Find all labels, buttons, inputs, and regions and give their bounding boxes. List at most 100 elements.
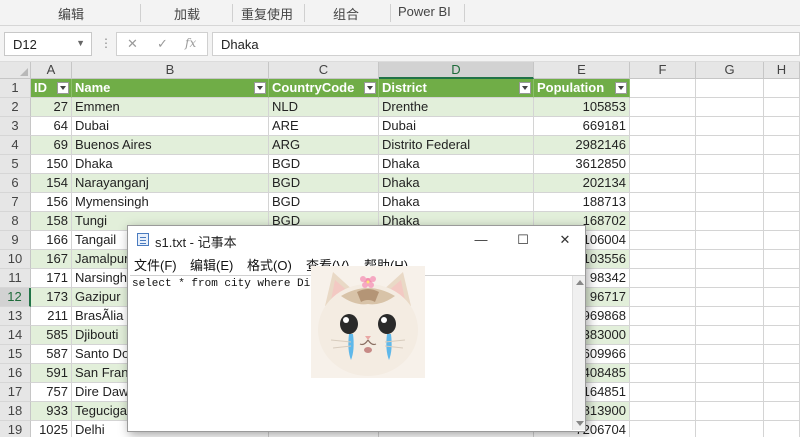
table-cell[interactable]: 669181 xyxy=(534,117,630,136)
empty-cell[interactable] xyxy=(764,250,800,269)
row-header[interactable]: 9 xyxy=(0,231,31,250)
table-cell[interactable]: Drenthe xyxy=(379,98,534,117)
chevron-down-icon[interactable]: ▼ xyxy=(76,38,85,48)
table-cell[interactable]: Dhaka xyxy=(379,193,534,212)
table-header-id[interactable]: ID xyxy=(31,79,72,98)
row-header[interactable]: 17 xyxy=(0,383,31,402)
table-cell[interactable]: Emmen xyxy=(72,98,269,117)
empty-cell[interactable] xyxy=(764,402,800,421)
vertical-scrollbar[interactable] xyxy=(572,276,585,430)
empty-cell[interactable] xyxy=(630,345,696,364)
table-cell[interactable]: NLD xyxy=(269,98,379,117)
empty-cell[interactable] xyxy=(696,250,764,269)
maximize-button[interactable]: ☐ xyxy=(506,230,540,250)
empty-cell[interactable] xyxy=(630,269,696,288)
table-cell[interactable]: 105853 xyxy=(534,98,630,117)
table-cell[interactable]: Mymensingh xyxy=(72,193,269,212)
table-cell[interactable]: BGD xyxy=(269,193,379,212)
close-button[interactable]: ✕ xyxy=(548,230,582,250)
filter-dropdown-icon[interactable] xyxy=(254,82,266,94)
empty-cell[interactable] xyxy=(696,193,764,212)
column-header-e[interactable]: E xyxy=(534,62,630,79)
table-cell[interactable]: 173 xyxy=(31,288,72,307)
empty-cell[interactable] xyxy=(696,136,764,155)
empty-cell[interactable] xyxy=(696,212,764,231)
empty-cell[interactable] xyxy=(630,117,696,136)
row-header[interactable]: 19 xyxy=(0,421,31,437)
row-header[interactable]: 18 xyxy=(0,402,31,421)
empty-cell[interactable] xyxy=(764,117,800,136)
table-cell[interactable]: 2982146 xyxy=(534,136,630,155)
row-header[interactable]: 8 xyxy=(0,212,31,231)
table-cell[interactable]: 933 xyxy=(31,402,72,421)
row-header[interactable]: 10 xyxy=(0,250,31,269)
empty-cell[interactable] xyxy=(696,269,764,288)
empty-cell[interactable] xyxy=(764,136,800,155)
table-cell[interactable]: 211 xyxy=(31,307,72,326)
empty-cell[interactable] xyxy=(630,250,696,269)
empty-cell[interactable] xyxy=(764,364,800,383)
table-cell[interactable]: 166 xyxy=(31,231,72,250)
empty-cell[interactable] xyxy=(696,402,764,421)
table-cell[interactable]: 156 xyxy=(31,193,72,212)
table-cell[interactable]: BGD xyxy=(269,174,379,193)
table-cell[interactable]: Buenos Aires xyxy=(72,136,269,155)
column-header-f[interactable]: F xyxy=(630,62,696,79)
menu-format[interactable]: 格式(O) xyxy=(247,255,292,274)
empty-cell[interactable] xyxy=(764,383,800,402)
table-cell[interactable]: 202134 xyxy=(534,174,630,193)
row-header[interactable]: 12 xyxy=(0,288,31,307)
table-cell[interactable]: 158 xyxy=(31,212,72,231)
menu-edit[interactable]: 编辑(E) xyxy=(190,255,233,274)
name-box[interactable]: D12 ▼ xyxy=(4,32,92,56)
row-header[interactable]: 5 xyxy=(0,155,31,174)
table-cell[interactable]: Narayanganj xyxy=(72,174,269,193)
empty-cell[interactable] xyxy=(764,307,800,326)
row-header[interactable]: 4 xyxy=(0,136,31,155)
table-header-name[interactable]: Name xyxy=(72,79,269,98)
empty-cell[interactable] xyxy=(630,174,696,193)
table-cell[interactable]: 1025 xyxy=(31,421,72,437)
table-cell[interactable]: 64 xyxy=(31,117,72,136)
empty-cell[interactable] xyxy=(696,288,764,307)
row-header[interactable]: 14 xyxy=(0,326,31,345)
cancel-icon[interactable]: ✕ xyxy=(127,36,138,52)
notepad-text[interactable]: select * from city where Di xyxy=(132,278,310,290)
column-header-c[interactable]: C xyxy=(269,62,379,79)
column-header-g[interactable]: G xyxy=(696,62,764,79)
table-cell[interactable]: 171 xyxy=(31,269,72,288)
empty-cell[interactable] xyxy=(764,345,800,364)
table-cell[interactable]: ARG xyxy=(269,136,379,155)
empty-cell[interactable] xyxy=(764,421,800,437)
scroll-up-icon[interactable] xyxy=(576,280,584,285)
empty-cell[interactable] xyxy=(764,98,800,117)
empty-cell[interactable] xyxy=(630,288,696,307)
empty-cell[interactable] xyxy=(630,98,696,117)
filter-dropdown-icon[interactable] xyxy=(615,82,627,94)
insert-function-icon[interactable]: fx xyxy=(185,36,196,50)
empty-cell[interactable] xyxy=(764,79,800,98)
empty-cell[interactable] xyxy=(696,421,764,437)
empty-cell[interactable] xyxy=(630,326,696,345)
table-cell[interactable]: 757 xyxy=(31,383,72,402)
table-cell[interactable]: BGD xyxy=(269,155,379,174)
minimize-button[interactable]: — xyxy=(464,230,498,250)
empty-cell[interactable] xyxy=(630,421,696,437)
empty-cell[interactable] xyxy=(696,98,764,117)
empty-cell[interactable] xyxy=(696,117,764,136)
row-header[interactable]: 6 xyxy=(0,174,31,193)
table-cell[interactable]: 154 xyxy=(31,174,72,193)
empty-cell[interactable] xyxy=(696,307,764,326)
table-cell[interactable]: Distrito Federal xyxy=(379,136,534,155)
table-cell[interactable]: 69 xyxy=(31,136,72,155)
row-header[interactable]: 3 xyxy=(0,117,31,136)
table-header-pop[interactable]: Population xyxy=(534,79,630,98)
row-header[interactable]: 16 xyxy=(0,364,31,383)
filter-dropdown-icon[interactable] xyxy=(57,82,69,94)
empty-cell[interactable] xyxy=(696,383,764,402)
empty-cell[interactable] xyxy=(764,212,800,231)
table-header-district[interactable]: District xyxy=(379,79,534,98)
scroll-down-icon[interactable] xyxy=(576,421,584,426)
empty-cell[interactable] xyxy=(696,174,764,193)
more-options-icon[interactable]: ⋮ xyxy=(100,36,112,50)
